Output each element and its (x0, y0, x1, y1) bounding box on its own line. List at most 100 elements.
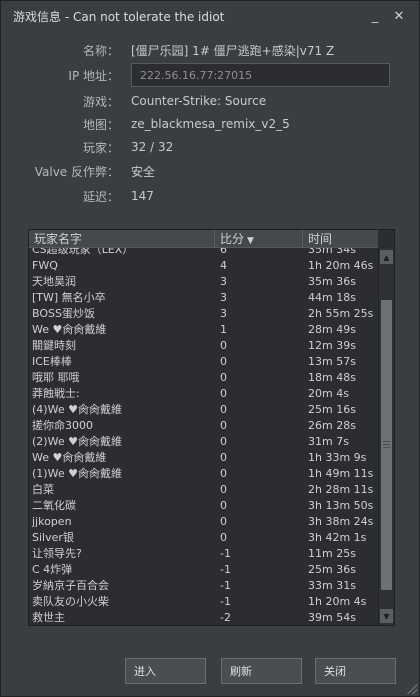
server-name-label: 名称： (82, 43, 119, 58)
table-row[interactable]: BOSS蛋炒饭 3 2h 55m 25s (29, 305, 378, 321)
player-score-cell: -1 (220, 594, 231, 608)
column-header-score[interactable]: 比分 ▼ (215, 230, 303, 248)
table-row[interactable]: FWQ 4 1h 20m 46s (29, 257, 378, 273)
player-score-cell: 0 (220, 434, 227, 448)
table-row[interactable]: ICE棒棒 0 13m 57s (29, 353, 378, 369)
player-time-cell: 35m 34s (308, 248, 356, 256)
table-row[interactable]: 搓你命3000 0 26m 28s (29, 417, 378, 433)
table-row[interactable]: 让领导先? -1 11m 25s (29, 545, 378, 561)
player-rows-inner: CS超级玩家（LEX） 6 35m 34s FWQ 4 1h 20m 46s 天地昊润 3 35… (29, 248, 378, 625)
column-header-name-label: 玩家名字 (34, 232, 83, 246)
player-time-cell: 1h 49m 11s (308, 466, 374, 480)
table-row[interactable]: 哦耶 耶哦 0 18m 48s (29, 369, 378, 385)
player-time-cell: 18m 48s (308, 370, 356, 384)
table-row[interactable]: C 4炸弹 -1 25m 36s (29, 561, 378, 577)
player-name-cell: (4)We ♥肏肏戴維 (32, 403, 122, 416)
player-score-cell: 0 (220, 354, 227, 368)
player-name-cell: CS超级玩家（LEX） (32, 248, 134, 256)
player-score-cell: 0 (220, 514, 227, 528)
player-name-cell: 搓你命3000 (32, 419, 93, 432)
player-time-cell: 20m 4s (308, 386, 349, 400)
table-row[interactable]: 岁納京子百合会 -1 33m 31s (29, 577, 378, 593)
player-name-cell: We ♥肏肏戴維 (32, 323, 107, 336)
table-row[interactable]: (4)We ♥肏肏戴維 0 25m 16s (29, 401, 378, 417)
player-score-cell: 4 (220, 258, 227, 272)
latency-value: 147 (131, 189, 154, 203)
column-header-name[interactable]: 玩家名字 (29, 230, 215, 248)
player-name-cell: (1)We ♥肏肏戴維 (32, 467, 122, 480)
player-name-cell: (2)We ♥肏肏戴維 (32, 435, 122, 448)
map-label: 地图： (82, 117, 119, 132)
player-time-cell: 1h 33m 9s (308, 450, 367, 464)
join-button[interactable]: 进入 (125, 658, 206, 684)
player-score-cell: 3 (220, 290, 227, 304)
table-row[interactable]: [TW] 無名小卒 3 44m 18s (29, 289, 378, 305)
player-name-cell: Silver银 (32, 531, 74, 544)
player-time-cell: 39m 54s (308, 610, 356, 624)
player-score-cell: 0 (220, 530, 227, 544)
latency-row: 延迟： 147 (1, 185, 420, 207)
column-header-time[interactable]: 时间 (303, 230, 378, 248)
game-label: 游戏： (82, 94, 119, 109)
player-name-cell: 让领导先? (32, 547, 82, 560)
resize-grip-icon[interactable] (407, 684, 417, 694)
table-row[interactable]: 天地昊润 3 35m 36s (29, 273, 378, 289)
table-row[interactable]: 關鍵時刻 0 12m 39s (29, 337, 378, 353)
player-time-cell: 11m 25s (308, 546, 356, 560)
scroll-down-button[interactable]: ▼ (380, 609, 393, 623)
player-name-cell: 岁納京子百合会 (32, 579, 109, 592)
refresh-button[interactable]: 刷新 (221, 658, 302, 684)
player-time-cell: 3h 38m 24s (308, 514, 374, 528)
player-time-cell: 26m 28s (308, 418, 356, 432)
ip-address-field[interactable]: 222.56.16.77:27015 (131, 63, 390, 87)
vac-value: 安全 (131, 164, 156, 179)
players-label: 玩家： (82, 140, 119, 155)
player-score-cell: -1 (220, 578, 231, 592)
player-name-cell: 救世主 (32, 611, 65, 624)
table-row[interactable]: 救世主 -2 39m 54s (29, 609, 378, 625)
table-row[interactable]: (1)We ♥肏肏戴維 0 1h 49m 11s (29, 465, 378, 481)
title-bar[interactable]: 游戏信息 - Can not tolerate the idiot _ ✕ (1, 1, 419, 31)
player-score-cell: 0 (220, 402, 227, 416)
table-row[interactable]: 二氧化碳 0 3h 13m 50s (29, 497, 378, 513)
player-list-scrollbar[interactable]: ▲ ▼ (378, 248, 394, 625)
ip-address-row: IP 地址： 222.56.16.77:27015 (1, 63, 420, 87)
table-row[interactable]: 卖队友の小火柴 -1 1h 20m 4s (29, 593, 378, 609)
server-name-row: 名称： [僵尸乐园] 1# 僵尸逃跑+感染|v71 Z (1, 39, 420, 61)
players-value: 32 / 32 (131, 140, 174, 154)
player-name-cell: BOSS蛋炒饭 (32, 307, 95, 320)
player-score-cell: 0 (220, 338, 227, 352)
player-name-cell: jjkopen (32, 514, 72, 528)
table-row[interactable]: 白菜 0 2h 28m 11s (29, 481, 378, 497)
player-name-cell: 二氧化碳 (32, 499, 76, 512)
player-name-cell: 莽蝕戦士: (32, 387, 80, 400)
table-row[interactable]: We ♥肏肏戴維 1 28m 49s (29, 321, 378, 337)
close-button[interactable]: 关闭 (315, 658, 396, 684)
scroll-up-button[interactable]: ▲ (380, 250, 393, 264)
player-time-cell: 44m 18s (308, 290, 356, 304)
player-name-cell: 天地昊润 (32, 275, 76, 288)
player-rows: CS超级玩家（LEX） 6 35m 34s FWQ 4 1h 20m 46s 天地昊润 3 35… (29, 248, 378, 625)
latency-label: 延迟： (82, 189, 119, 204)
player-name-cell: [TW] 無名小卒 (32, 291, 106, 304)
scroll-thumb[interactable] (381, 300, 392, 590)
player-time-cell: 13m 57s (308, 354, 356, 368)
player-score-cell: 0 (220, 386, 227, 400)
player-list-header: 玩家名字 比分 ▼ 时间 (29, 230, 378, 248)
minimize-button[interactable]: _ (367, 8, 383, 24)
table-row[interactable]: CS超级玩家（LEX） 6 35m 34s (29, 248, 378, 257)
player-time-cell: 28m 49s (308, 322, 356, 336)
table-row[interactable]: (2)We ♥肏肏戴維 0 31m 7s (29, 433, 378, 449)
player-time-cell: 3h 42m 1s (308, 530, 367, 544)
map-row: 地图： ze_blackmesa_remix_v2_5 (1, 113, 420, 135)
table-row[interactable]: 莽蝕戦士: 0 20m 4s (29, 385, 378, 401)
player-score-cell: 0 (220, 370, 227, 384)
table-row[interactable]: We ♥肏肏戴維 0 1h 33m 9s (29, 449, 378, 465)
player-time-cell: 3h 13m 50s (308, 498, 374, 512)
player-score-cell: 1 (220, 322, 227, 336)
close-window-button[interactable]: ✕ (391, 8, 407, 24)
table-row[interactable]: Silver银 0 3h 42m 1s (29, 529, 378, 545)
table-row[interactable]: jjkopen 0 3h 38m 24s (29, 513, 378, 529)
player-time-cell: 1h 20m 4s (308, 594, 367, 608)
player-list[interactable]: 玩家名字 比分 ▼ 时间 CS超级玩家（LEX） 6 35m 34s FWQ 4 1h 20… (28, 229, 395, 626)
